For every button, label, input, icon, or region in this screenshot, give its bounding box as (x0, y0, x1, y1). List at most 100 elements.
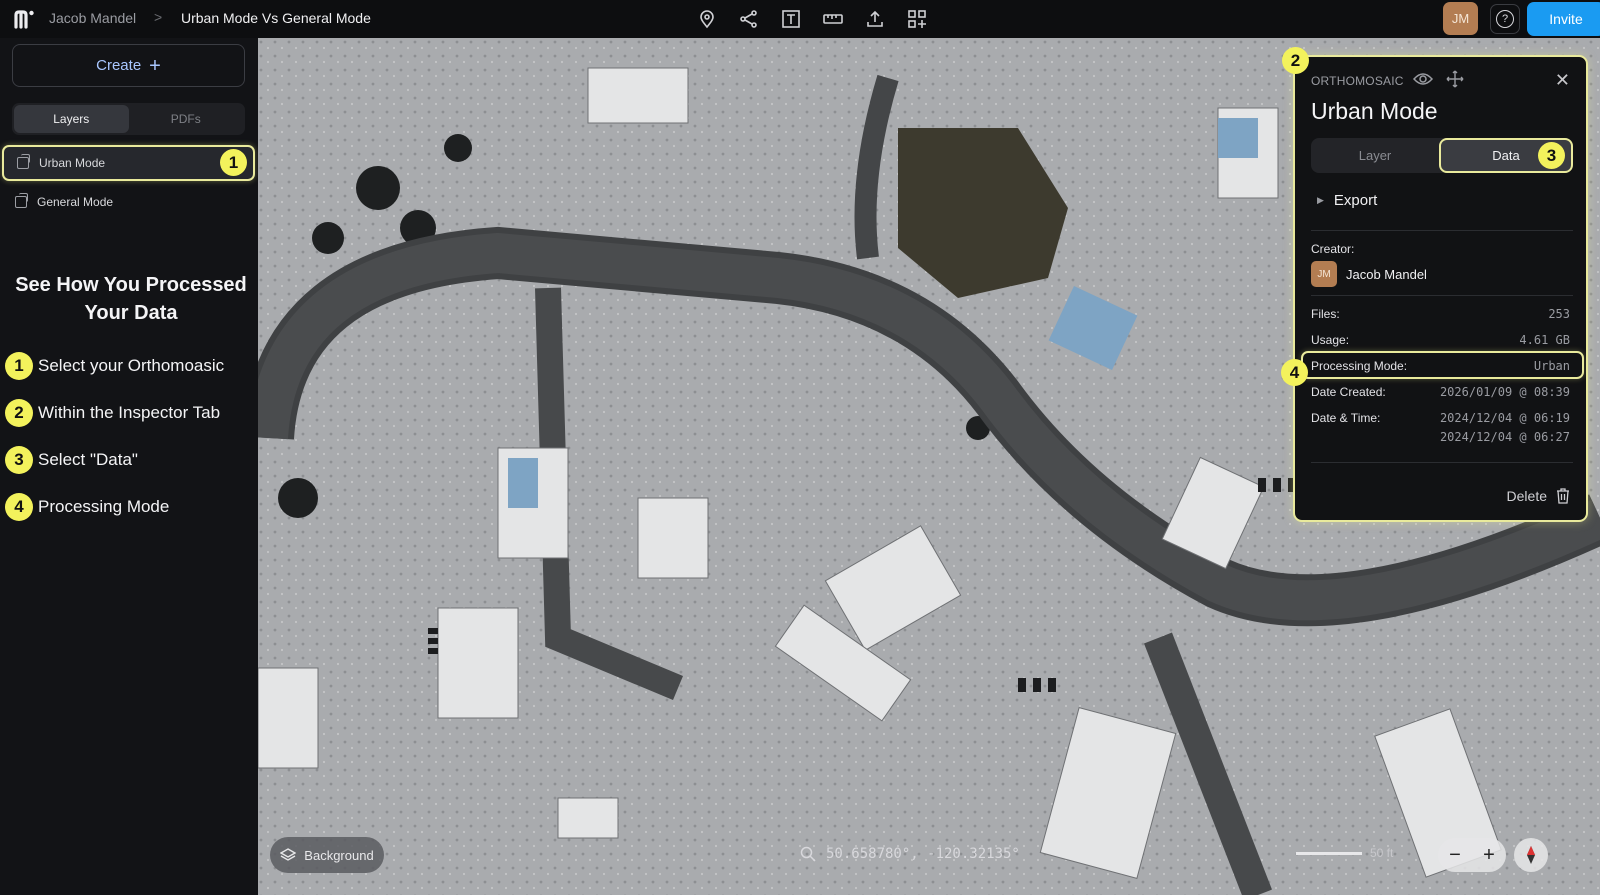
howto-title: See How You Processed Your Data (15, 274, 247, 324)
plus-icon: + (149, 54, 161, 77)
breadcrumb-user[interactable]: Jacob Mandel (49, 10, 136, 26)
tab-layers[interactable]: Layers (14, 105, 129, 133)
export-label: Export (1333, 192, 1378, 209)
chevron-right-icon: ▶ (1317, 195, 1324, 205)
layers-icon (15, 193, 28, 208)
breadcrumb-separator: > (154, 9, 163, 25)
share-tool-button[interactable] (737, 7, 761, 31)
widgets-tool-button[interactable] (905, 7, 929, 31)
layer-item-general-mode[interactable]: General Mode (2, 184, 255, 220)
upload-tool-button[interactable] (863, 7, 887, 31)
date-time-label: Date & Time: (1311, 411, 1381, 425)
howto-step-4: 4 Processing Mode (5, 493, 169, 521)
creator-label: Creator: (1311, 242, 1355, 256)
zoom-pair: − + (1438, 838, 1506, 872)
divider (1311, 295, 1573, 296)
move-icon[interactable] (1446, 70, 1464, 88)
step-badge: 3 (5, 446, 33, 474)
app-logo-icon[interactable] (13, 8, 35, 30)
files-value: 253 (1548, 307, 1570, 321)
divider (1311, 230, 1573, 231)
zoom-in-button[interactable]: + (1472, 838, 1506, 872)
scale-indicator: 50 ft (1296, 846, 1393, 860)
usage-value: 4.61 GB (1519, 333, 1570, 347)
map-toolbar (695, 7, 929, 31)
help-icon: ? (1496, 10, 1514, 28)
creator-name: Jacob Mandel (1346, 266, 1427, 282)
tab-layer[interactable]: Layer (1311, 138, 1439, 173)
eye-icon[interactable] (1413, 71, 1433, 87)
howto-step-2: 2 Within the Inspector Tab (5, 399, 220, 427)
share-nodes-icon (740, 10, 757, 28)
layer-label: Urban Mode (39, 156, 106, 170)
pin-tool-button[interactable] (695, 7, 719, 31)
scale-label: 50 ft (1370, 846, 1394, 860)
close-icon[interactable]: ✕ (1555, 70, 1570, 91)
left-sidebar: Create + Layers PDFs Urban Mode 1 Genera… (0, 38, 258, 895)
zoom-out-button[interactable]: − (1438, 838, 1472, 872)
invite-button[interactable]: Invite (1527, 2, 1600, 36)
usage-label: Usage: (1311, 333, 1350, 347)
delete-label: Delete (1506, 488, 1547, 504)
step-text: Select "Data" (38, 450, 138, 469)
howto-step-1: 1 Select your Orthomoasic (5, 352, 224, 380)
trash-icon (1557, 488, 1569, 504)
layer-item-urban-mode[interactable]: Urban Mode 1 (2, 145, 255, 181)
coordinates-text: 50.658780°, -120.32135° (826, 846, 1020, 862)
step-badge: 1 (5, 352, 33, 380)
tab-data-label: Data (1492, 148, 1520, 163)
text-frame-tool-button[interactable] (779, 7, 803, 31)
scale-bar (1296, 851, 1362, 855)
inspector-panel: ORTHOMOSAIC ✕ Urban Mode Layer Data 3 ▶ … (1293, 55, 1588, 522)
step-badge-4: 4 (1281, 359, 1308, 386)
delete-button[interactable]: Delete (1507, 488, 1570, 504)
grid-plus-icon (908, 10, 926, 28)
background-label: Background (304, 847, 374, 863)
creator-row: JM Jacob Mandel (1311, 261, 1427, 287)
files-label: Files: (1311, 307, 1340, 321)
search-icon[interactable] (800, 846, 816, 862)
divider (1311, 462, 1573, 463)
step-badge: 2 (5, 399, 33, 427)
upload-icon (867, 10, 883, 27)
background-toggle-button[interactable]: Background (270, 837, 384, 873)
top-bar: Jacob Mandel > Urban Mode Vs General Mod… (0, 0, 1600, 38)
sidebar-tabs: Layers PDFs (12, 103, 245, 135)
step-badge: 4 (5, 493, 33, 521)
ruler-icon (823, 14, 843, 24)
create-label: Create (96, 57, 142, 74)
howto-step-3: 3 Select "Data" (5, 446, 138, 474)
processing-mode-value: Urban (1533, 359, 1570, 373)
date-created-label: Date Created: (1311, 385, 1386, 399)
breadcrumb-page-title[interactable]: Urban Mode Vs General Mode (181, 10, 371, 26)
tab-pdfs[interactable]: PDFs (129, 105, 244, 133)
help-button[interactable]: ? (1490, 4, 1520, 34)
text-frame-icon (782, 10, 800, 28)
export-section-toggle[interactable]: ▶ Export (1317, 192, 1377, 209)
tab-data[interactable]: Data 3 (1439, 138, 1573, 173)
step-badge-2: 2 (1282, 47, 1309, 74)
compass-icon (1527, 846, 1535, 864)
step-badge-3: 3 (1538, 142, 1565, 169)
pin-icon (700, 10, 714, 29)
step-badge-1: 1 (220, 149, 247, 176)
coordinate-readout: 50.658780°, -120.32135° (800, 846, 1020, 862)
layers-icon (17, 154, 30, 169)
layers-stack-icon (280, 848, 297, 861)
create-button[interactable]: Create + (12, 44, 245, 87)
step-text: Within the Inspector Tab (38, 403, 221, 422)
date-time-start-value: 2024/12/04 @ 06:19 (1439, 411, 1570, 425)
creator-avatar: JM (1311, 261, 1337, 287)
zoom-controls: − + (1438, 838, 1548, 872)
date-time-end-value: 2024/12/04 @ 06:27 (1439, 430, 1570, 444)
processing-mode-label: Processing Mode: (1311, 359, 1408, 373)
step-text: Select your Orthomoasic (38, 356, 225, 375)
measure-tool-button[interactable] (821, 7, 845, 31)
user-avatar[interactable]: JM (1443, 2, 1478, 35)
layer-label: General Mode (37, 195, 114, 209)
inspector-tabs: Layer Data 3 (1311, 138, 1573, 173)
inspector-title: Urban Mode (1311, 98, 1438, 124)
inspector-type-label: ORTHOMOSAIC (1311, 74, 1404, 88)
step-text: Processing Mode (38, 497, 170, 516)
compass-button[interactable] (1514, 838, 1548, 872)
